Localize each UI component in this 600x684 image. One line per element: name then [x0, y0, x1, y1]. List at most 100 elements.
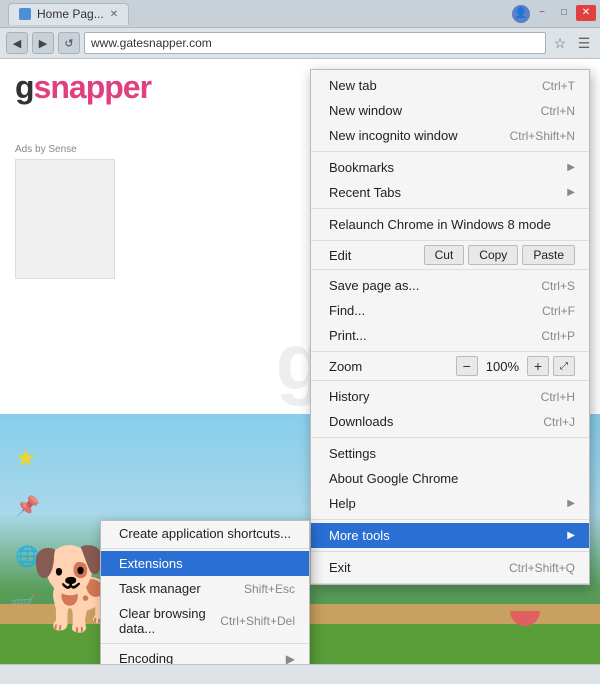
thumbtack-decoration: 📌	[15, 494, 40, 519]
menu-item-save-page-label: Save page as...	[329, 278, 521, 293]
menu-item-downloads-label: Downloads	[329, 414, 523, 429]
submenu-item-task-manager-label: Task manager	[119, 581, 244, 596]
menu-item-recent-tabs[interactable]: Recent Tabs ▶	[311, 180, 589, 205]
menu-item-settings-label: Settings	[329, 446, 575, 461]
menu-item-save-page-shortcut: Ctrl+S	[541, 279, 575, 293]
webpage-background: gsnapper Ads by Sense ★ 📌 🌐 🛒 🐕 g	[0, 59, 600, 664]
address-bar-row: ◀ ▶ ↺ www.gatesnapper.com ☆ ☰	[0, 28, 600, 59]
menu-item-save-page[interactable]: Save page as... Ctrl+S	[311, 273, 589, 298]
menu-item-exit-shortcut: Ctrl+Shift+Q	[509, 561, 575, 575]
chrome-dropdown-menu[interactable]: New tab Ctrl+T New window Ctrl+N New inc…	[310, 69, 590, 585]
menu-item-new-tab[interactable]: New tab Ctrl+T	[311, 73, 589, 98]
menu-item-print-label: Print...	[329, 328, 521, 343]
menu-item-new-window-label: New window	[329, 103, 521, 118]
menu-item-settings[interactable]: Settings	[311, 441, 589, 466]
submenu-item-clear-browsing-shortcut: Ctrl+Shift+Del	[220, 614, 295, 628]
menu-item-more-tools-arrow: ▶	[567, 530, 575, 541]
menu-item-help[interactable]: Help ▶	[311, 491, 589, 516]
zoom-minus-button[interactable]: −	[456, 356, 478, 376]
submenu-item-task-manager[interactable]: Task manager Shift+Esc	[101, 576, 309, 601]
submenu-separator-2	[101, 643, 309, 644]
menu-item-help-arrow: ▶	[567, 498, 575, 509]
menu-item-new-window[interactable]: New window Ctrl+N	[311, 98, 589, 123]
menu-item-help-label: Help	[329, 496, 563, 511]
edit-row: Edit Cut Copy Paste	[311, 241, 589, 270]
zoom-plus-button[interactable]: +	[527, 356, 549, 376]
submenu-item-encoding-label: Encoding	[119, 651, 286, 664]
more-tools-submenu[interactable]: Create application shortcuts... Extensio…	[100, 520, 310, 664]
back-button[interactable]: ◀	[6, 32, 28, 54]
menu-item-incognito-shortcut: Ctrl+Shift+N	[510, 129, 575, 143]
zoom-fullscreen-button[interactable]: ⤢	[553, 356, 575, 376]
profile-icon[interactable]: 👤	[512, 5, 530, 23]
menu-item-more-tools[interactable]: More tools ▶	[311, 523, 589, 548]
menu-item-relaunch[interactable]: Relaunch Chrome in Windows 8 mode	[311, 212, 589, 237]
menu-item-about[interactable]: About Google Chrome	[311, 466, 589, 491]
zoom-value: 100%	[478, 359, 527, 374]
zoom-label: Zoom	[329, 359, 456, 374]
menu-item-bookmarks-label: Bookmarks	[329, 160, 563, 175]
close-button[interactable]: ✕	[576, 5, 596, 21]
submenu-item-extensions-label: Extensions	[119, 556, 295, 571]
menu-item-about-label: About Google Chrome	[329, 471, 575, 486]
copy-button[interactable]: Copy	[468, 245, 518, 265]
active-tab[interactable]: Home Pag... ✕	[8, 3, 129, 25]
refresh-button[interactable]: ↺	[58, 32, 80, 54]
address-field[interactable]: www.gatesnapper.com	[84, 32, 546, 54]
tab-bar: Home Pag... ✕	[4, 3, 133, 25]
forward-button[interactable]: ▶	[32, 32, 54, 54]
tab-close-button[interactable]: ✕	[110, 9, 118, 20]
browser-frame: Home Pag... ✕ 👤 − □ ✕ ◀ ▶ ↺ www.gatesnap…	[0, 0, 600, 684]
menu-item-incognito[interactable]: New incognito window Ctrl+Shift+N	[311, 123, 589, 148]
menu-item-new-window-shortcut: Ctrl+N	[541, 104, 575, 118]
address-icons: ☆ ☰	[550, 33, 594, 53]
ads-label: Ads by Sense	[15, 144, 77, 155]
star-decoration: ★	[15, 444, 37, 473]
logo-main: snapper	[34, 69, 151, 105]
ad-banner	[15, 159, 115, 279]
menu-item-history-shortcut: Ctrl+H	[541, 390, 575, 404]
chrome-menu-icon[interactable]: ☰	[574, 33, 594, 53]
submenu-item-encoding-arrow: ▶	[286, 652, 295, 665]
menu-item-bookmarks[interactable]: Bookmarks ▶	[311, 155, 589, 180]
menu-item-incognito-label: New incognito window	[329, 128, 490, 143]
paste-button[interactable]: Paste	[522, 245, 575, 265]
maximize-button[interactable]: □	[554, 5, 574, 21]
bookmark-star-icon[interactable]: ☆	[550, 33, 570, 53]
minimize-button[interactable]: −	[532, 5, 552, 21]
submenu-item-create-shortcuts[interactable]: Create application shortcuts...	[101, 521, 309, 546]
menu-item-new-tab-label: New tab	[329, 78, 522, 93]
submenu-item-task-manager-shortcut: Shift+Esc	[244, 582, 295, 596]
menu-item-find-shortcut: Ctrl+F	[542, 304, 575, 318]
submenu-item-extensions[interactable]: Extensions	[101, 551, 309, 576]
menu-item-find-label: Find...	[329, 303, 522, 318]
submenu-item-encoding[interactable]: Encoding ▶	[101, 646, 309, 664]
tab-title: Home Pag...	[37, 7, 104, 21]
menu-section-exit: Exit Ctrl+Shift+Q	[311, 552, 589, 584]
menu-item-new-tab-shortcut: Ctrl+T	[542, 79, 575, 93]
menu-section-new: New tab Ctrl+T New window Ctrl+N New inc…	[311, 70, 589, 152]
menu-section-savefind: Save page as... Ctrl+S Find... Ctrl+F Pr…	[311, 270, 589, 352]
menu-item-relaunch-label: Relaunch Chrome in Windows 8 mode	[329, 217, 575, 232]
status-bar	[0, 664, 600, 684]
address-text: www.gatesnapper.com	[91, 36, 212, 50]
content-area: gsnapper Ads by Sense ★ 📌 🌐 🛒 🐕 g	[0, 59, 600, 664]
edit-label: Edit	[329, 248, 420, 263]
menu-item-bookmarks-arrow: ▶	[567, 162, 575, 173]
menu-item-exit-label: Exit	[329, 560, 489, 575]
title-bar-controls: 👤 − □ ✕	[512, 5, 596, 23]
cut-button[interactable]: Cut	[424, 245, 465, 265]
menu-item-find[interactable]: Find... Ctrl+F	[311, 298, 589, 323]
menu-item-recent-tabs-label: Recent Tabs	[329, 185, 563, 200]
menu-section-more-tools: More tools ▶ Create application shortcut…	[311, 520, 589, 552]
menu-item-print[interactable]: Print... Ctrl+P	[311, 323, 589, 348]
menu-section-settings: Settings About Google Chrome Help ▶	[311, 438, 589, 520]
menu-item-exit[interactable]: Exit Ctrl+Shift+Q	[311, 555, 589, 580]
menu-section-bookmarks: Bookmarks ▶ Recent Tabs ▶	[311, 152, 589, 209]
submenu-item-clear-browsing[interactable]: Clear browsing data... Ctrl+Shift+Del	[101, 601, 309, 641]
menu-item-more-tools-label: More tools	[329, 528, 563, 543]
menu-item-history[interactable]: History Ctrl+H	[311, 384, 589, 409]
menu-section-relaunch: Relaunch Chrome in Windows 8 mode	[311, 209, 589, 241]
menu-item-recent-tabs-arrow: ▶	[567, 187, 575, 198]
menu-item-downloads[interactable]: Downloads Ctrl+J	[311, 409, 589, 434]
